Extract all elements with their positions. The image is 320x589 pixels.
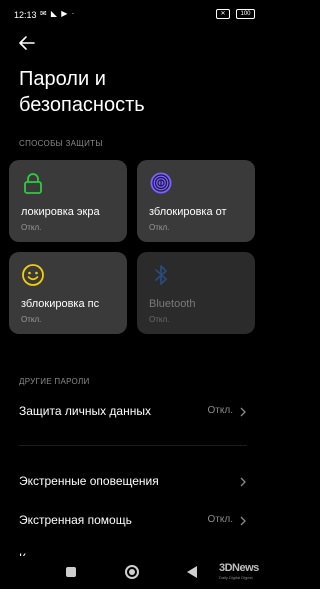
notification-icons: ✉ ◣ ▶ · — [40, 9, 76, 18]
emergency-sos-row[interactable]: Экстренная помощь Откл. — [19, 509, 247, 533]
section-other-label: ДРУГИЕ ПАРОЛИ — [19, 377, 90, 386]
status-time: 12:13 — [14, 10, 37, 20]
tile-bluetooth-label: Bluetooth — [149, 298, 196, 310]
privacy-protection-row[interactable]: Защита личных данных Откл. — [19, 400, 247, 424]
tile-bluetooth-unlock[interactable]: Bluetooth Откл. — [137, 252, 255, 334]
chevron-right-icon — [240, 516, 246, 526]
tile-screen-lock-label: локировка экра — [21, 206, 100, 218]
page-title: Пароли и безопасность — [19, 66, 145, 118]
watermark-subtext: Daily Digital Digest — [219, 575, 253, 580]
status-bar: 12:13 ✉ ◣ ▶ · ✕ 100 — [0, 0, 265, 30]
back-arrow-icon[interactable] — [18, 34, 36, 52]
tile-face-unlock-state: Откл. — [21, 315, 42, 324]
tile-screen-lock-state: Откл. — [21, 223, 42, 232]
chevron-right-icon — [240, 477, 246, 487]
home-button[interactable] — [125, 565, 139, 579]
tile-face-unlock-label: зблокировка пс — [21, 298, 100, 310]
tile-fingerprint-unlock[interactable]: зблокировка от Откл. — [137, 160, 255, 242]
title-line-1: Пароли и — [19, 68, 106, 90]
watermark-logo: 3DNews Daily Digital Digest — [219, 562, 259, 582]
title-line-2: безопасность — [19, 94, 145, 116]
chevron-right-icon — [240, 407, 246, 417]
recents-button[interactable] — [66, 567, 76, 577]
watermark-text: 3DNews — [219, 562, 259, 574]
tile-face-unlock[interactable]: зблокировка пс Откл. — [9, 252, 127, 334]
partial-row[interactable]: К — [19, 547, 247, 556]
back-button[interactable] — [187, 566, 197, 578]
emergency-sos-label: Экстренная помощь — [19, 513, 132, 527]
privacy-protection-label: Защита личных данных — [19, 404, 151, 418]
battery-icon: 100 — [236, 9, 255, 19]
tile-bluetooth-state: Откл. — [149, 315, 170, 324]
tile-fingerprint-label: зблокировка от — [149, 206, 227, 218]
section-protection-label: СПОСОБЫ ЗАЩИТЫ — [19, 139, 103, 148]
divider — [19, 445, 247, 446]
emergency-alerts-label: Экстренные оповещения — [19, 474, 159, 488]
status-right: ✕ 100 — [216, 9, 255, 19]
fingerprint-icon — [150, 172, 172, 194]
lock-icon — [24, 173, 42, 194]
bluetooth-icon — [155, 265, 167, 285]
privacy-protection-value: Откл. — [207, 405, 233, 416]
emergency-sos-value: Откл. — [207, 514, 233, 525]
face-icon — [22, 264, 44, 286]
nav-bar: 3DNews Daily Digital Digest — [0, 556, 265, 589]
no-sim-icon: ✕ — [216, 9, 230, 19]
tile-fingerprint-state: Откл. — [149, 223, 170, 232]
emergency-alerts-row[interactable]: Экстренные оповещения — [19, 470, 247, 494]
tile-screen-lock[interactable]: локировка экра Откл. — [9, 160, 127, 242]
